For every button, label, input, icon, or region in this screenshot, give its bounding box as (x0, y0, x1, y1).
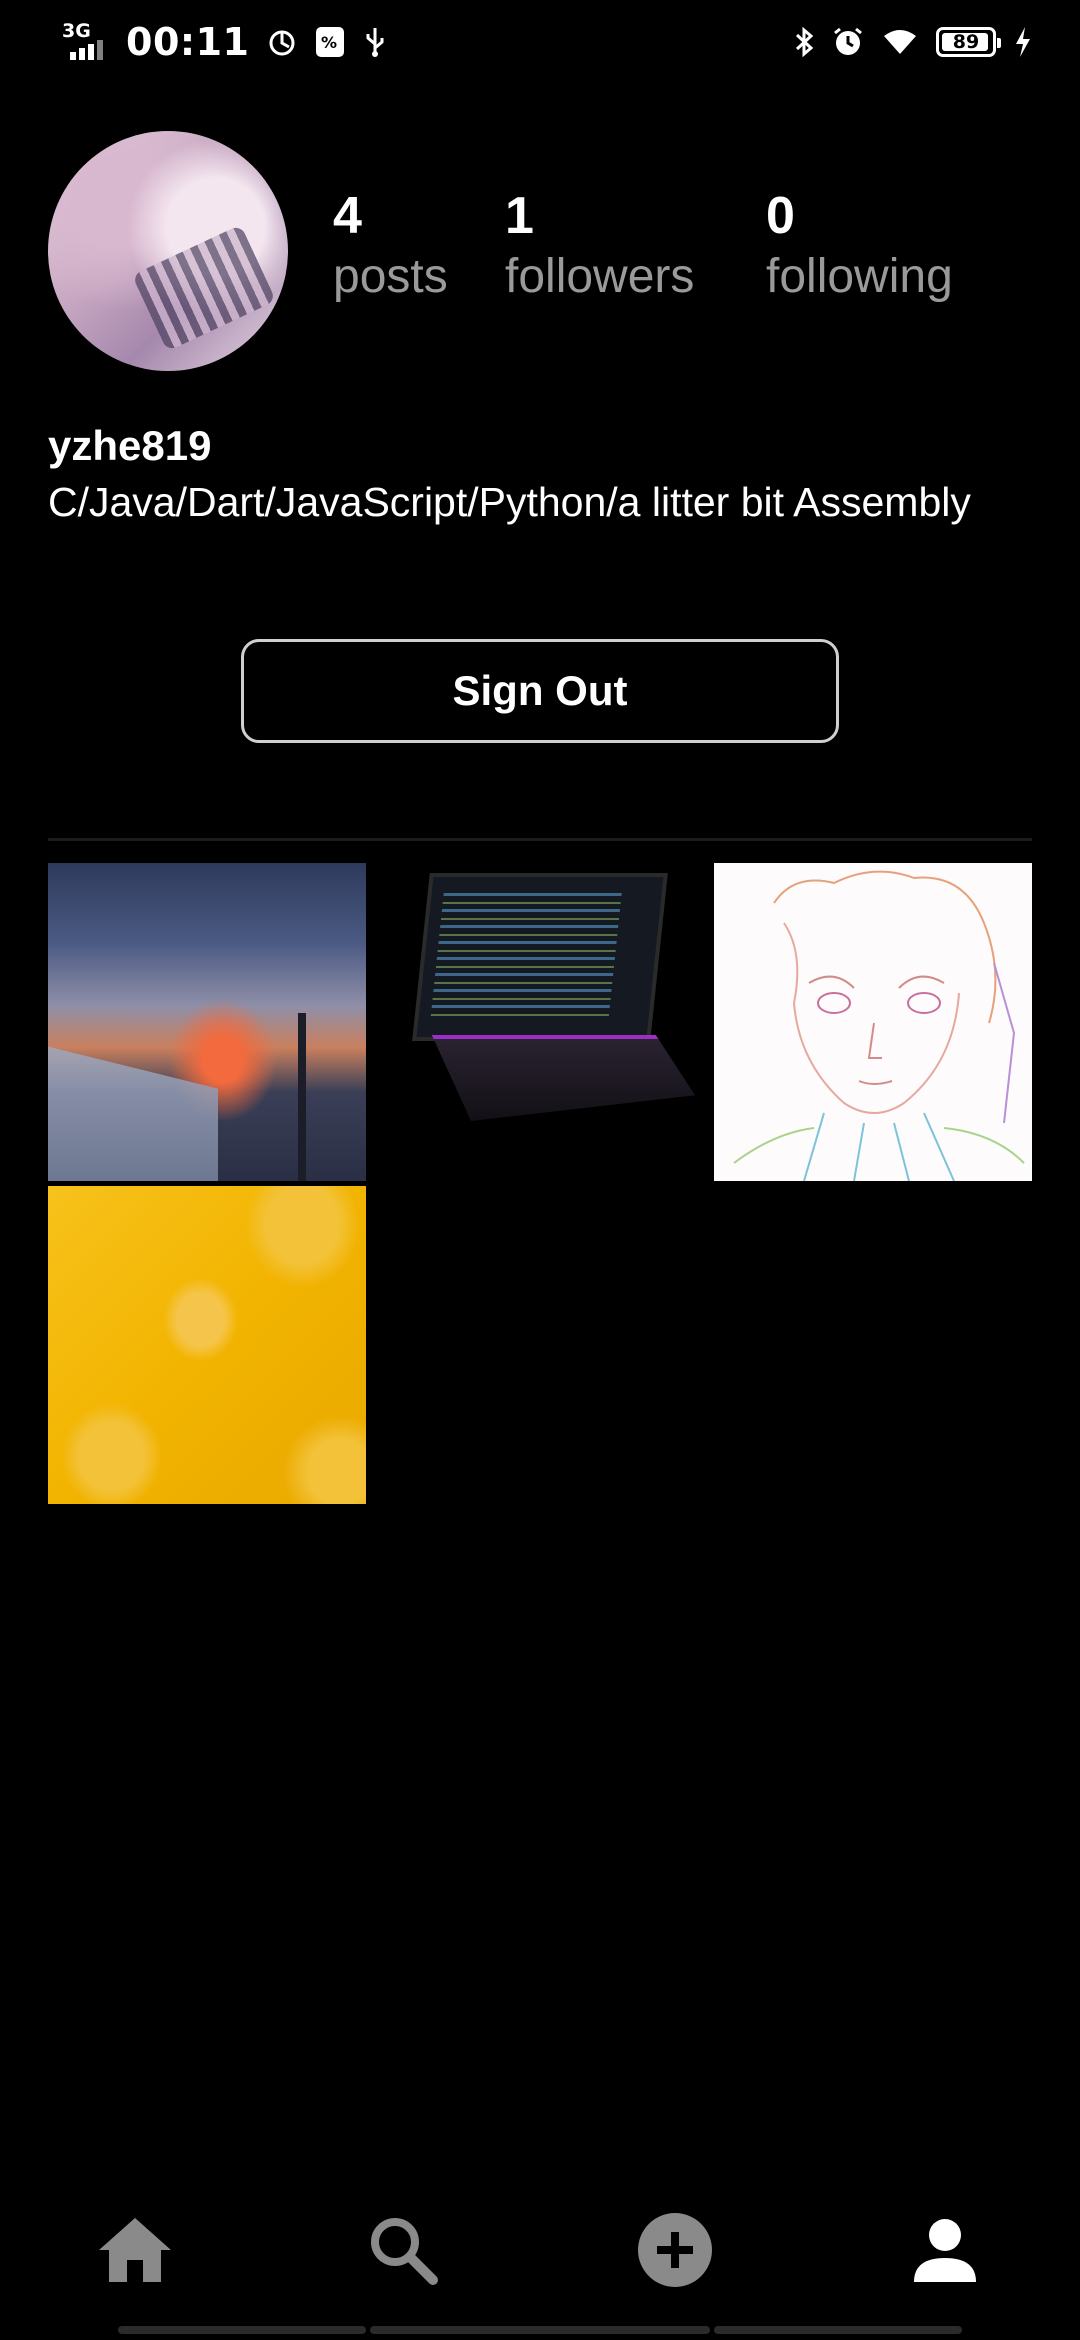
search-icon (371, 2218, 438, 2285)
nav-home[interactable] (90, 2205, 180, 2295)
post-image-detail (431, 1035, 695, 1121)
svg-text:%: % (321, 33, 337, 52)
gesture-bar (118, 2326, 366, 2334)
post-image-detail (298, 1013, 306, 1181)
data-saver-icon: % (315, 26, 345, 58)
post-thumbnail-sketch[interactable] (714, 863, 1032, 1181)
status-bar-left: 3G 00:11 % (62, 20, 387, 64)
network-signal-icon: 3G (62, 22, 108, 62)
post-thumbnail-train-sunset[interactable] (48, 863, 366, 1181)
gesture-bar (714, 2326, 962, 2334)
app-notification-icon (267, 27, 297, 57)
home-icon (99, 2218, 171, 2282)
bottom-navigation (0, 2190, 1080, 2300)
sign-out-button[interactable]: Sign Out (241, 639, 839, 743)
wifi-icon (882, 28, 918, 56)
stat-posts[interactable]: 4 posts (333, 186, 448, 308)
battery-icon: 89 (936, 27, 1001, 57)
profile-bio: C/Java/Dart/JavaScript/Python/a litter b… (48, 479, 971, 525)
stat-label: followers (505, 250, 695, 303)
network-type: 3G (62, 20, 91, 42)
nav-search[interactable] (358, 2205, 448, 2295)
alarm-icon (832, 26, 864, 58)
post-image-detail (412, 873, 668, 1041)
add-circle-icon (638, 2213, 712, 2287)
post-sketch-artwork (733, 870, 1025, 1181)
clock-time: 00:11 (126, 20, 250, 64)
charging-icon (1014, 26, 1032, 58)
stat-value: 0 (766, 187, 795, 245)
gesture-bar (370, 2326, 710, 2334)
person-icon (914, 2219, 976, 2282)
battery-level: 89 (952, 31, 980, 53)
post-thumbnail-gummy-bears[interactable] (48, 1186, 366, 1504)
stat-value: 1 (505, 187, 534, 245)
usb-icon (363, 26, 387, 58)
status-bar: 3G 00:11 % 89 (0, 0, 1080, 84)
status-bar-right: 89 (794, 26, 1032, 58)
stat-followers[interactable]: 1 followers (505, 186, 694, 308)
stat-label: posts (333, 250, 448, 303)
post-image-detail (48, 1046, 218, 1181)
stat-value: 4 (333, 187, 362, 245)
profile-username: yzhe819 (48, 422, 212, 469)
stat-label: following (766, 250, 953, 303)
post-thumbnail-laptop[interactable] (393, 863, 711, 1181)
stat-following[interactable]: 0 following (766, 186, 953, 308)
section-divider (48, 838, 1032, 841)
bluetooth-icon (794, 26, 814, 58)
nav-profile[interactable] (900, 2205, 990, 2295)
nav-add-post[interactable] (630, 2205, 720, 2295)
profile-stats: 4 posts 1 followers 0 following (0, 186, 1080, 316)
